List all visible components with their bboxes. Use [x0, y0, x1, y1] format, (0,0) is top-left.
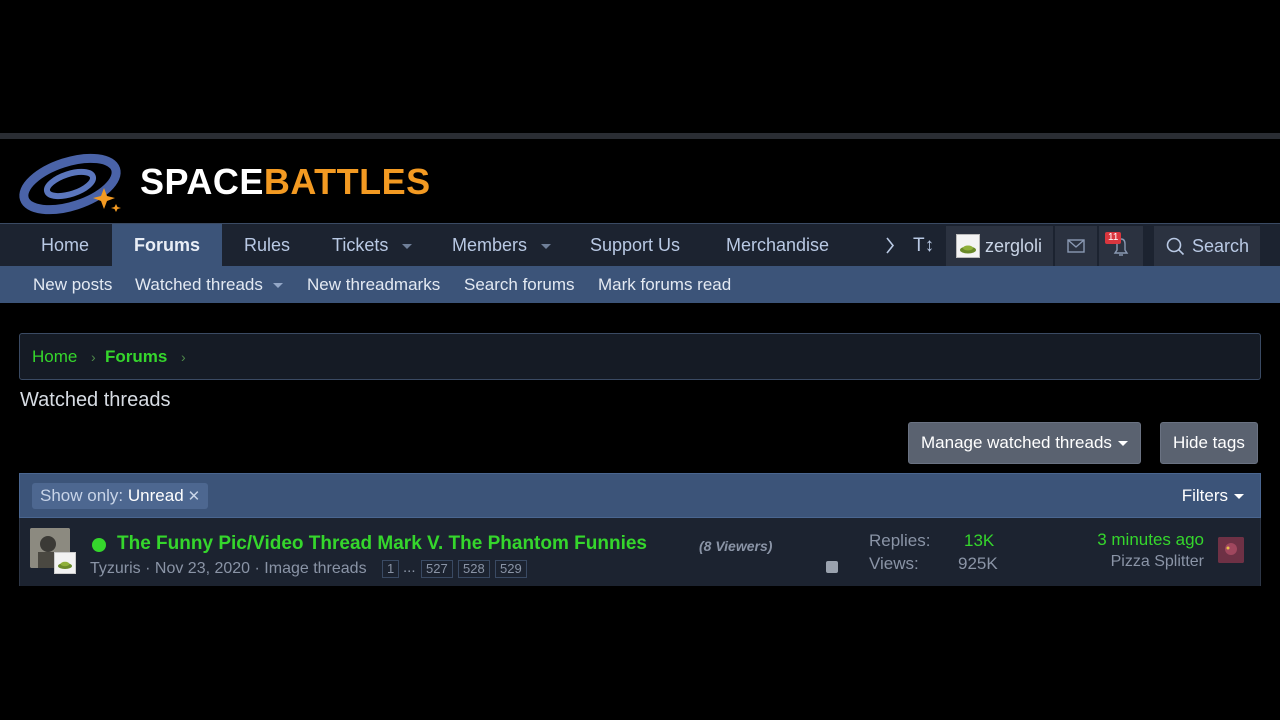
breadcrumb-home[interactable]: Home [32, 334, 77, 380]
chevron-down-icon[interactable] [541, 243, 552, 249]
logo-wordmark: SPACEBATTLES [140, 161, 431, 202]
manage-watched-threads-label: Manage watched threads [921, 433, 1112, 452]
text-size-icon[interactable]: T↕ [913, 224, 934, 267]
subnav-search-forums[interactable]: Search forums [464, 266, 575, 303]
page-title: Watched threads [20, 389, 171, 411]
search-icon [1166, 237, 1185, 256]
last-post-user[interactable]: Pizza Splitter [1111, 553, 1204, 571]
nav-members-label: Members [452, 235, 528, 255]
thread-viewers: (8 Viewers) [699, 538, 773, 554]
nav-home[interactable]: Home [41, 224, 89, 267]
breadcrumb-forums[interactable]: Forums [105, 334, 167, 380]
replies-label: Replies: [869, 531, 931, 550]
filters-label: Filters [1181, 486, 1228, 505]
last-post-time[interactable]: 3 minutes ago [1097, 530, 1204, 550]
page-link-1[interactable]: 1 [382, 560, 400, 578]
avatar [956, 234, 980, 258]
subnav-new-posts[interactable]: New posts [33, 266, 112, 303]
thread-list-header: Show only: Unread ✕ Filters [19, 473, 1261, 518]
user-menu[interactable]: zergloli [946, 226, 1053, 266]
site-logo[interactable]: SPACEBATTLES [18, 148, 458, 216]
filter-value: Unread [127, 486, 184, 505]
breadcrumb-separator-icon: › [91, 349, 96, 365]
unread-indicator-icon [92, 538, 106, 552]
chevron-down-icon[interactable] [402, 243, 413, 249]
nav-members[interactable]: Members [452, 224, 552, 267]
chevron-down-icon [1117, 441, 1128, 447]
avatar[interactable] [1218, 537, 1244, 563]
hide-tags-button[interactable]: Hide tags [1160, 422, 1258, 464]
page-link-529[interactable]: 529 [495, 560, 527, 578]
nav-tickets-label: Tickets [332, 235, 389, 255]
subnav-watched-threads[interactable]: Watched threads [135, 266, 283, 303]
table-row: The Funny Pic/Video Thread Mark V. The P… [19, 518, 1261, 586]
thread-title[interactable]: The Funny Pic/Video Thread Mark V. The P… [117, 532, 647, 556]
breadcrumb-separator-icon: › [181, 349, 186, 365]
thread-date[interactable]: Nov 23, 2020 [155, 560, 250, 577]
logo-swirl-icon [19, 153, 121, 215]
filters-button[interactable]: Filters [1182, 474, 1244, 518]
avatar[interactable] [54, 552, 76, 574]
subnav-mark-forums-read[interactable]: Mark forums read [598, 266, 731, 303]
breadcrumb: Home › Forums › [19, 333, 1261, 380]
envelope-icon [1067, 239, 1085, 253]
alerts-button[interactable]: 11 [1099, 226, 1143, 266]
search-label: Search [1192, 236, 1250, 256]
chevron-down-icon[interactable] [272, 283, 283, 289]
nav-support-us[interactable]: Support Us [590, 224, 680, 267]
thread-author[interactable]: Tyzuris [90, 560, 141, 577]
page-ellipsis: ... [403, 559, 416, 576]
thread-status-icon[interactable] [826, 561, 838, 573]
nav-rules[interactable]: Rules [244, 224, 290, 267]
nav-forums[interactable]: Forums [112, 224, 223, 267]
nav-merchandise[interactable]: Merchandise [726, 224, 829, 267]
chevron-down-icon [1234, 494, 1244, 500]
replies-count[interactable]: 13K [964, 531, 994, 551]
manage-watched-threads-button[interactable]: Manage watched threads [908, 422, 1141, 464]
main-navigation: Home Forums Rules Tickets Members Suppor… [0, 223, 1280, 267]
username: zergloli [985, 236, 1043, 256]
sub-navigation: New posts Watched threads New threadmark… [0, 266, 1280, 303]
nav-tickets[interactable]: Tickets [332, 224, 413, 267]
subnav-watched-threads-label: Watched threads [135, 275, 263, 294]
filter-prefix: Show only: [40, 486, 124, 505]
subnav-new-threadmarks[interactable]: New threadmarks [307, 266, 440, 303]
page-link-528[interactable]: 528 [458, 560, 490, 578]
conversations-button[interactable] [1055, 226, 1097, 266]
page-link-527[interactable]: 527 [421, 560, 453, 578]
alerts-count-badge: 11 [1105, 232, 1122, 244]
top-divider [0, 133, 1280, 139]
close-icon[interactable]: ✕ [188, 488, 201, 505]
thread-meta: Tyzuris · Nov 23, 2020 · Image threads [90, 560, 367, 577]
filter-chip-unread[interactable]: Show only: Unread ✕ [32, 483, 209, 509]
views-label: Views: [869, 554, 919, 573]
thread-forum[interactable]: Image threads [264, 560, 366, 577]
search-button[interactable]: Search [1154, 226, 1260, 266]
nav-scroll-right-icon[interactable] [884, 224, 896, 267]
views-count: 925K [958, 554, 998, 573]
